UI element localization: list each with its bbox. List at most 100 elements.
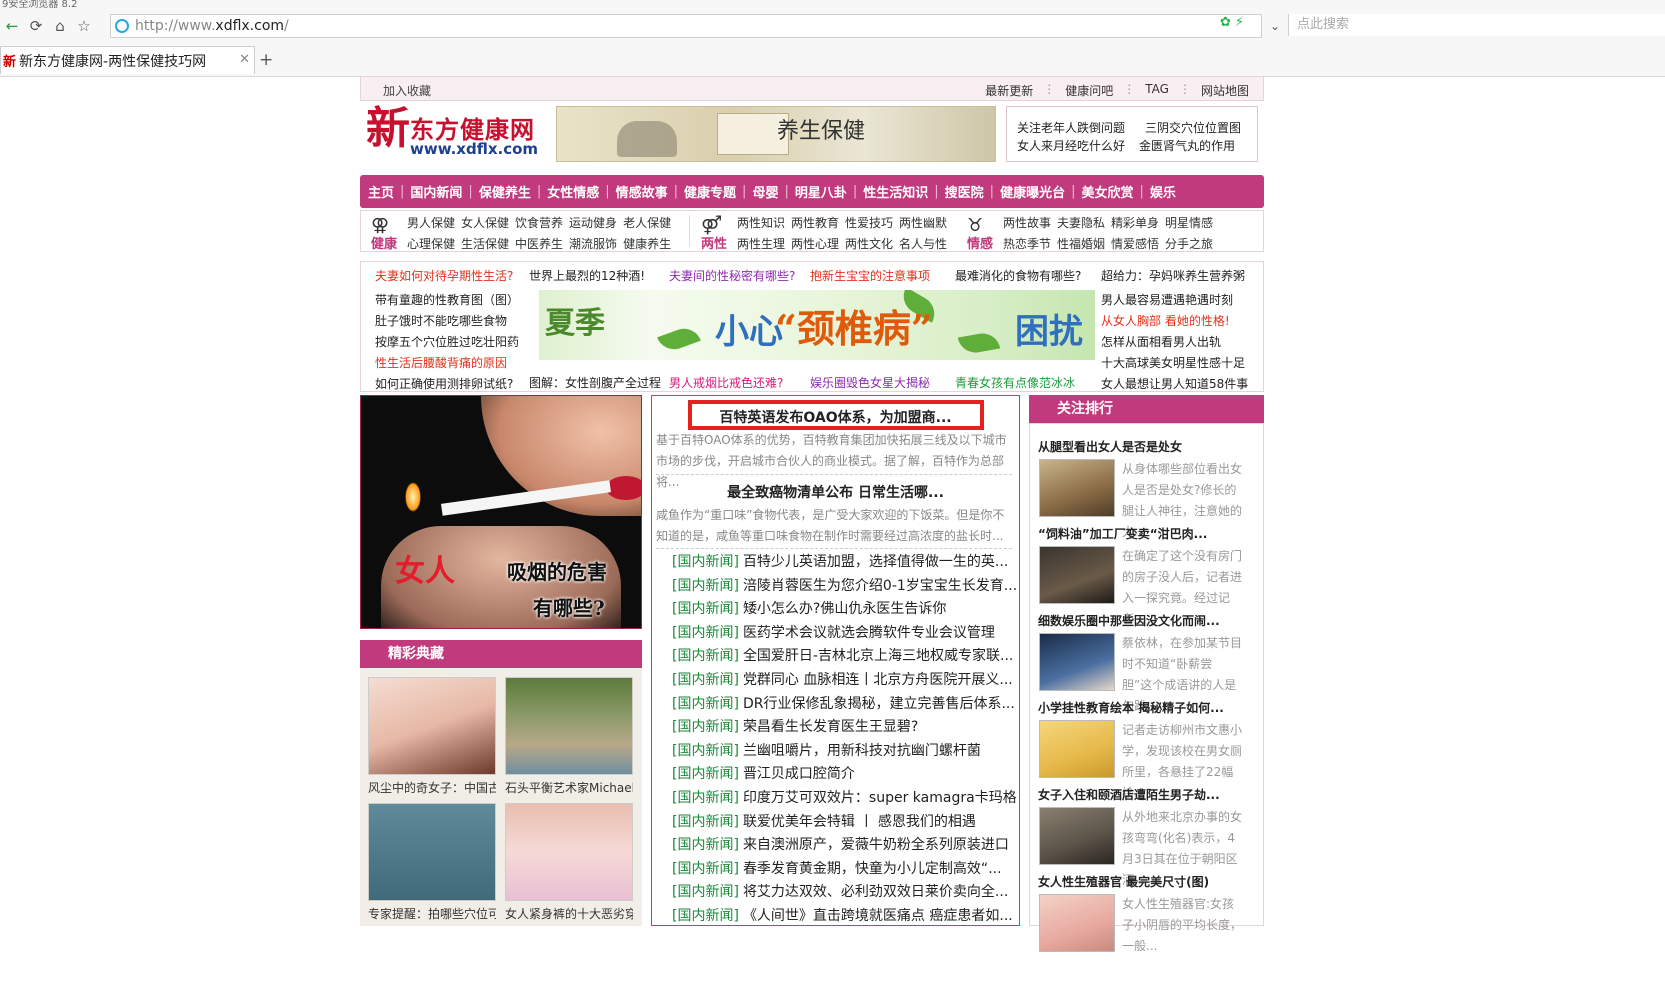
tab-active[interactable]: 新 新东方健康网-两性保健技巧网 ✕ (0, 46, 255, 74)
subnav-link[interactable]: 两性文化 (845, 234, 893, 255)
news-item[interactable]: [国内新闻] 全国爱肝日-吉林北京上海三地权威专家联... (672, 645, 1017, 669)
ranking-item-title[interactable]: 细数娱乐圈中那些因没文化而闹... (1038, 612, 1260, 629)
cervical-spondylosis-banner[interactable]: 夏季 小心 “颈椎病” 困扰 (539, 290, 1095, 360)
quick-link[interactable]: 关注老年人跌倒问题 (1017, 119, 1125, 136)
quick-link[interactable]: 女人来月经吃什么好 (1017, 137, 1125, 154)
bookmark-star-icon[interactable]: ☆ (72, 14, 96, 38)
nav-item[interactable]: 女性情感 (547, 182, 599, 201)
nav-item[interactable]: 保健养生 (479, 182, 531, 201)
latest-updates-link[interactable]: 最新更新 (985, 82, 1033, 99)
hot-link[interactable]: 按摩五个穴位胜过吃壮阳药 (375, 333, 519, 350)
news-item[interactable]: [国内新闻] 荣昌看生长发育医生王显碧? (672, 716, 1017, 740)
hot-link[interactable]: 男人最容易遭遇艳遇时刻 (1101, 291, 1233, 308)
hot-link[interactable]: 从女人胸部 看她的性格! (1101, 312, 1230, 329)
news-item[interactable]: [国内新闻] 联爱优美年会特辑 丨 感恩我们的相遇 (672, 811, 1017, 835)
hot-link[interactable]: 抱新生宝宝的注意事项 (810, 267, 930, 284)
collection-item[interactable]: 风尘中的奇女子：中国古 (368, 677, 496, 796)
subnav-link[interactable]: 性福婚姻 (1057, 234, 1105, 255)
subnav-link[interactable]: 两性幽默 (899, 213, 947, 234)
ranking-thumbnail[interactable] (1039, 894, 1115, 952)
ranking-thumbnail[interactable] (1039, 633, 1115, 691)
hot-link[interactable]: 图解：女性剖腹产全过程 (529, 374, 661, 391)
ranking-item[interactable]: 女人性生殖器官 最完美尺寸(图) 女人性生殖器官:女孩子小阴唇的平均长度，一般.… (1038, 873, 1260, 953)
health-banner-ad[interactable]: 养生保健 (556, 106, 996, 162)
hot-link[interactable]: 如何正确使用测排卵试纸? (375, 375, 513, 392)
subnav-link[interactable]: 生活保健 (461, 234, 509, 255)
subnav-link[interactable]: 两性生理 (737, 234, 785, 255)
ranking-thumbnail[interactable] (1039, 546, 1115, 604)
nav-item[interactable]: 性生活知识 (863, 182, 928, 201)
address-url[interactable]: http://www.xdflx.com/ (135, 18, 289, 34)
news-item[interactable]: [国内新闻] 来自澳洲原产，爱薇牛奶粉全系列原装进口 (672, 834, 1017, 858)
nav-item[interactable]: 搜医院 (945, 182, 984, 201)
refresh-icon[interactable]: ⟳ (24, 14, 48, 38)
collection-item[interactable]: 石头平衡艺术家Michael (505, 677, 633, 796)
quick-link[interactable]: 三阴交穴位位置图 (1145, 119, 1241, 136)
subnav-link[interactable]: 潮流服饰 (569, 234, 617, 255)
subnav-link[interactable]: 中医养生 (515, 234, 563, 255)
subnav-link[interactable]: 性爱技巧 (845, 213, 893, 234)
subnav-link[interactable]: 老人保健 (623, 213, 671, 234)
close-icon[interactable]: ✕ (239, 52, 250, 67)
news-item[interactable]: [国内新闻] 将艾力达双效、必利劲双效日莱价卖向全... (672, 881, 1017, 905)
subnav-link[interactable]: 明星情感 (1165, 213, 1213, 234)
news-item[interactable]: [国内新闻] 兰幽咀嚼片，用新科技对抗幽门螺杆菌 (672, 740, 1017, 764)
home-icon[interactable]: ⌂ (48, 14, 72, 38)
ranking-item[interactable]: 女子入住和颐酒店遭陌生男子劫... 从外地来北京办事的女孩弯弯(化名)表示，4月… (1038, 786, 1260, 887)
news-item[interactable]: [国内新闻] 《人间世》直击跨境就医痛点 癌症患者如... (672, 905, 1017, 925)
ranking-thumbnail[interactable] (1039, 459, 1115, 517)
hot-link[interactable]: 男人戒烟比戒色还难? (669, 374, 783, 391)
subnav-link[interactable]: 热恋季节 (1003, 234, 1051, 255)
news-item[interactable]: [国内新闻] 百特少儿英语加盟，选择值得做一生的英... (672, 551, 1017, 575)
hot-link[interactable]: 最难消化的食物有哪些? (955, 267, 1081, 284)
news-item[interactable]: [国内新闻] 医药学术会议就选会腾软件专业会议管理 (672, 622, 1017, 646)
hot-link[interactable]: 肚子饿时不能吃哪些食物 (375, 312, 507, 329)
news-item[interactable]: [国内新闻] 印度万艾可双效片：super kamagra卡玛格... (672, 787, 1017, 811)
ranking-item-title[interactable]: “饲料油”加工厂变卖“泔巴肉... (1038, 525, 1260, 542)
nav-item[interactable]: 母婴 (752, 182, 778, 201)
ranking-item[interactable]: 小学挂性教育绘本 揭秘精子如何... 记者走访柳州市文惠小学，发现该校在男女厕所… (1038, 699, 1260, 800)
news-item[interactable]: [国内新闻] 矮小怎么办?佛山仇永医生告诉你 (672, 598, 1017, 622)
news-item[interactable]: [国内新闻] 春季发育黄金期，快童为小儿定制高效“... (672, 858, 1017, 882)
headline-link[interactable]: 最全致癌物清单公布 日常生活哪... (652, 482, 1019, 502)
hot-link[interactable]: 青春女孩有点像范冰冰 (955, 374, 1075, 391)
women-smoking-feature-image[interactable]: 女人 吸烟的危害 有哪些? (360, 395, 642, 629)
ranking-item-title[interactable]: 从腿型看出女人是否是处女 (1038, 438, 1260, 455)
tag-link[interactable]: TAG (1145, 82, 1169, 99)
speed-mode-icon[interactable]: ⚡ (1235, 15, 1244, 30)
hot-link[interactable]: 夫妻间的性秘密有哪些? (669, 267, 795, 284)
address-bar[interactable]: http://www.xdflx.com/ (110, 14, 1262, 38)
hot-link[interactable]: 娱乐圈毁色女星大揭秘 (810, 374, 930, 391)
collection-item[interactable]: 女人紧身裤的十大恶劣穿 (505, 803, 633, 922)
back-icon[interactable]: ← (0, 14, 24, 38)
security-shield-icon[interactable]: ✿ (1220, 15, 1231, 30)
subnav-link[interactable]: 分手之旅 (1165, 234, 1213, 255)
new-tab-button[interactable]: + (259, 50, 273, 70)
nav-item[interactable]: 主页 (368, 182, 394, 201)
subnav-link[interactable]: 健康养生 (623, 234, 671, 255)
ranking-item-title[interactable]: 小学挂性教育绘本 揭秘精子如何... (1038, 699, 1260, 716)
hot-link[interactable]: 怎样从面相看男人出轨 (1101, 333, 1221, 350)
ranking-item[interactable]: 细数娱乐圈中那些因没文化而闹... 蔡依林，在参加某节目时不知道“卧薪尝胆”这个… (1038, 612, 1260, 713)
subnav-link[interactable]: 女人保健 (461, 213, 509, 234)
ranking-item[interactable]: 从腿型看出女人是否是处女 从身体哪些部位看出女人是否是处女?修长的腿让人神往，注… (1038, 438, 1260, 539)
headline-link[interactable]: 百特英语发布OAO体系，为加盟商... (652, 407, 1019, 427)
news-item[interactable]: [国内新闻] 晋江贝成口腔简介 (672, 763, 1017, 787)
ranking-item-title[interactable]: 女子入住和颐酒店遭陌生男子劫... (1038, 786, 1260, 803)
news-item[interactable]: [国内新闻] DR行业保修乱象揭秘，建立完善售后体系... (672, 693, 1017, 717)
ranking-item-title[interactable]: 女人性生殖器官 最完美尺寸(图) (1038, 873, 1260, 890)
health-qa-link[interactable]: 健康问吧 (1065, 82, 1113, 99)
nav-item[interactable]: 明星八卦 (795, 182, 847, 201)
hot-link[interactable]: 性生活后腰酸背痛的原因 (375, 354, 507, 371)
subnav-link[interactable]: 饮食营养 (515, 213, 563, 234)
subnav-link[interactable]: 精彩单身 (1111, 213, 1159, 234)
subnav-link[interactable]: 心理保健 (407, 234, 455, 255)
subnav-link[interactable]: 两性心理 (791, 234, 839, 255)
nav-item[interactable]: 健康专题 (684, 182, 736, 201)
hot-link[interactable]: 带有童趣的性教育图（图） (375, 291, 519, 308)
quick-link[interactable]: 金匮肾气丸的作用 (1139, 137, 1235, 154)
nav-item[interactable]: 娱乐 (1150, 182, 1176, 201)
hot-link[interactable]: 夫妻如何对待孕期性生活? (375, 267, 513, 284)
hot-link[interactable]: 十大高球美女明星性感十足 (1101, 354, 1245, 371)
ranking-item[interactable]: “饲料油”加工厂变卖“泔巴肉... 在确定了这个没有房门的房子没人后，记者进入一… (1038, 525, 1260, 626)
